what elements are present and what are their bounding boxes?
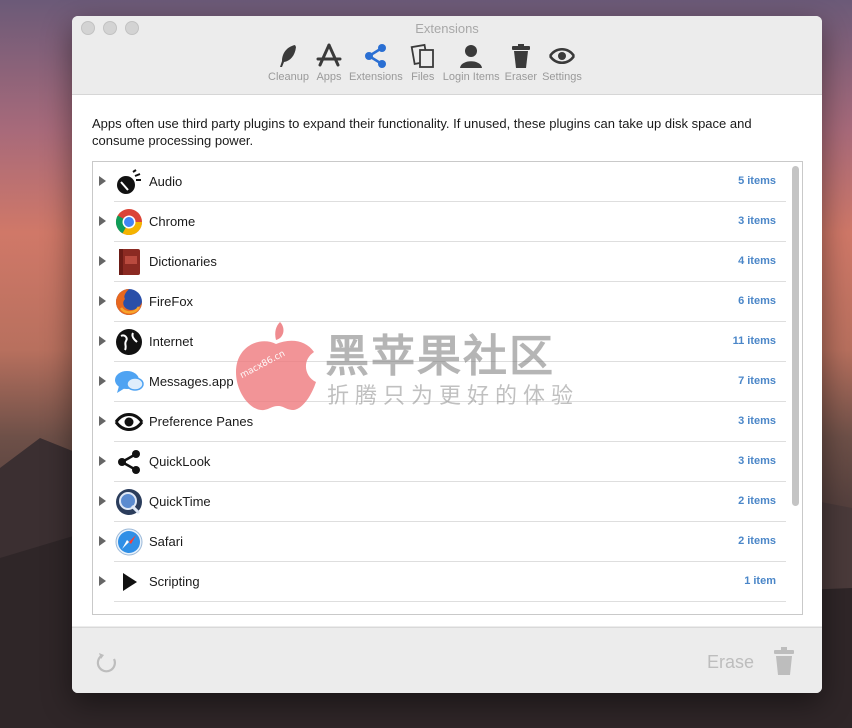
list-scrollbar[interactable] <box>792 166 799 506</box>
toolbar-eraser[interactable]: Eraser <box>505 42 537 83</box>
toolbar-login-items[interactable]: Login Items <box>443 42 500 83</box>
toolbar-label: Eraser <box>504 71 538 83</box>
bottom-bar: Erase <box>72 627 822 693</box>
disclosure-triangle-icon[interactable] <box>99 576 106 586</box>
toolbar: Cleanup Apps Extensions Files Login Item… <box>268 42 587 83</box>
preference-panes-icon <box>114 407 144 437</box>
list-item[interactable]: Scripting 1 item <box>93 562 802 602</box>
row-separator <box>114 601 786 602</box>
row-count: 11 items <box>732 335 776 347</box>
row-name: Preference Panes <box>149 414 254 429</box>
row-name: Messages.app <box>149 374 234 389</box>
toolbar-label: Settings <box>542 71 582 83</box>
content-area: Apps often use third party plugins to ex… <box>72 95 822 626</box>
toolbar-label: Extensions <box>348 71 403 83</box>
row-count: 6 items <box>738 295 776 307</box>
user-icon <box>456 42 486 70</box>
list-item[interactable]: FireFox 6 items <box>93 282 802 322</box>
refresh-icon[interactable] <box>94 650 120 676</box>
list-item[interactable]: Safari 2 items <box>93 522 802 562</box>
files-icon <box>408 42 438 70</box>
chrome-icon <box>114 207 144 237</box>
window-title: Extensions <box>415 21 479 36</box>
toolbar-apps[interactable]: Apps <box>314 42 344 83</box>
list-item[interactable]: Dictionaries 4 items <box>93 242 802 282</box>
row-count: 1 item <box>744 575 776 587</box>
list-item[interactable]: Audio 5 items <box>93 162 802 202</box>
internet-icon <box>114 327 144 357</box>
disclosure-triangle-icon[interactable] <box>99 496 106 506</box>
row-name: FireFox <box>149 294 194 309</box>
erase-button[interactable]: Erase <box>707 652 754 673</box>
row-count: 4 items <box>738 255 776 267</box>
disclosure-triangle-icon[interactable] <box>99 456 106 466</box>
toolbar-files[interactable]: Files <box>408 42 438 83</box>
row-count: 5 items <box>738 175 776 187</box>
list-item[interactable]: Messages.app 7 items <box>93 362 802 402</box>
row-name: Safari <box>149 534 183 549</box>
row-name: Internet <box>149 334 194 349</box>
disclosure-triangle-icon[interactable] <box>99 336 106 346</box>
apps-icon <box>314 42 344 70</box>
row-count: 3 items <box>738 455 776 467</box>
toolbar-settings[interactable]: Settings <box>542 42 582 83</box>
scripting-icon <box>114 567 144 597</box>
row-name: Scripting <box>149 574 200 589</box>
disclosure-triangle-icon[interactable] <box>99 416 106 426</box>
row-name: Dictionaries <box>149 254 217 269</box>
list-item[interactable]: Internet 11 items <box>93 322 802 362</box>
row-count: 7 items <box>738 375 776 387</box>
disclosure-triangle-icon[interactable] <box>99 256 106 266</box>
extensions-list[interactable]: Audio 5 items Chrome 3 items Dictionarie… <box>92 161 803 615</box>
list-item[interactable]: QuickTime 2 items <box>93 482 802 522</box>
disclosure-triangle-icon[interactable] <box>99 376 106 386</box>
toolbar-label: Login Items <box>442 71 500 83</box>
row-name: Audio <box>149 174 183 189</box>
row-count: 3 items <box>738 215 776 227</box>
row-count: 3 items <box>738 415 776 427</box>
extensions-window: Extensions Cleanup Apps Extensions Files… <box>72 16 822 693</box>
messages-icon <box>114 367 144 397</box>
disclosure-triangle-icon[interactable] <box>99 216 106 226</box>
toolbar-extensions[interactable]: Extensions <box>349 42 403 83</box>
disclosure-triangle-icon[interactable] <box>99 536 106 546</box>
description-text: Apps often use third party plugins to ex… <box>92 116 752 148</box>
list-item[interactable]: Preference Panes 3 items <box>93 402 802 442</box>
quicklook-icon <box>114 447 144 477</box>
safari-icon <box>114 527 144 557</box>
quicktime-icon <box>114 487 144 517</box>
toolbar-label: Files <box>411 71 435 83</box>
row-count: 2 items <box>738 535 776 547</box>
firefox-icon <box>114 287 144 317</box>
list-item[interactable]: QuickLook 3 items <box>93 442 802 482</box>
disclosure-triangle-icon[interactable] <box>99 176 106 186</box>
trash-icon <box>506 42 536 70</box>
toolbar-label: Apps <box>316 71 342 83</box>
row-name: QuickLook <box>149 454 211 469</box>
audio-icon <box>114 167 144 197</box>
toolbar-label: Cleanup <box>268 71 309 83</box>
title-bar: Extensions Cleanup Apps Extensions Files… <box>72 16 822 95</box>
row-count: 2 items <box>738 495 776 507</box>
eye-icon <box>547 42 577 70</box>
disclosure-triangle-icon[interactable] <box>99 296 106 306</box>
feather-icon <box>273 42 303 70</box>
list-item[interactable]: Chrome 3 items <box>93 202 802 242</box>
erase-trash-icon[interactable] <box>772 646 796 676</box>
row-name: Chrome <box>149 214 196 229</box>
share-icon <box>361 42 391 70</box>
dictionary-icon <box>114 247 144 277</box>
row-name: QuickTime <box>149 494 211 509</box>
toolbar-cleanup[interactable]: Cleanup <box>268 42 309 83</box>
